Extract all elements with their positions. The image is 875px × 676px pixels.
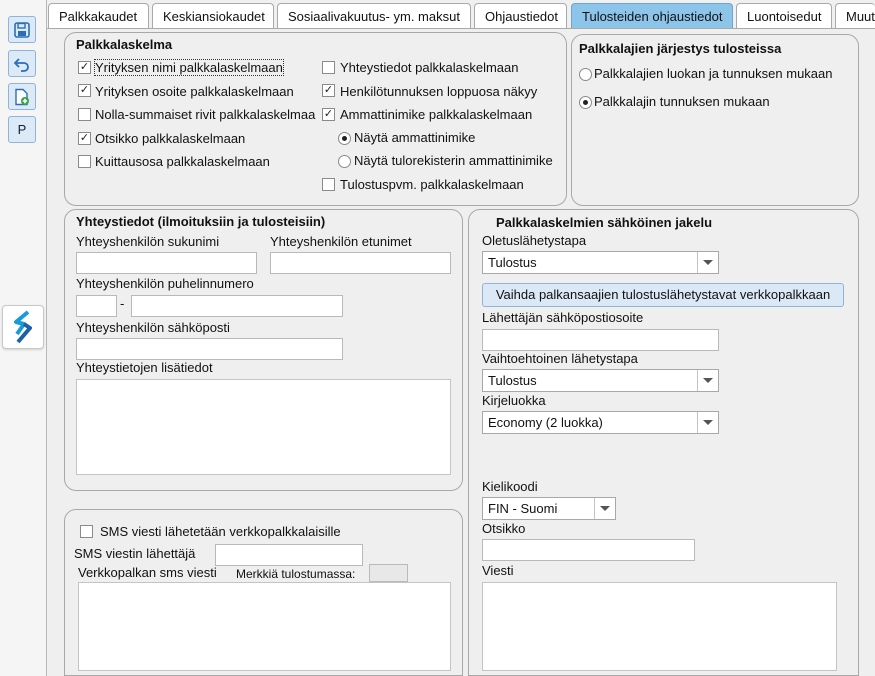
sukunimi-input[interactable]	[76, 252, 257, 274]
radio-nayta-tulorekisterin[interactable]	[338, 155, 351, 168]
label-nolla-summaiset: Nolla-summaiset rivit palkkalaskelmaa	[95, 107, 316, 122]
kirjeluokka-select[interactable]: Economy (2 luokka)	[482, 411, 719, 434]
tab-muut[interactable]: Muut	[835, 3, 875, 29]
etunimet-input[interactable]	[270, 252, 451, 274]
checkbox-yrityksen-osoite[interactable]: ✓	[78, 84, 91, 97]
checkbox-nolla-summaiset[interactable]	[78, 108, 91, 121]
label-kuittausosa: Kuittausosa palkkalaskelmaan	[95, 154, 270, 169]
label-tulostuspvm: Tulostuspvm. palkkalaskelmaan	[340, 177, 524, 192]
tab-label: Ohjaustiedot	[485, 9, 558, 24]
radio-nayta-ammattinimike[interactable]	[338, 132, 351, 145]
sahkoposti-input[interactable]	[76, 338, 343, 360]
tab-label: Palkkakaudet	[59, 9, 138, 24]
jakelu-title: Palkkalaskelmien sähköinen jakelu	[496, 215, 713, 230]
kielikoodi-select[interactable]: FIN - Suomi	[482, 497, 616, 520]
radio-tunnuksen-mukaan[interactable]	[579, 96, 592, 109]
checkbox-yrityksen-nimi[interactable]: ✓	[78, 61, 91, 74]
tab-ohjaustiedot[interactable]: Ohjaustiedot	[474, 3, 567, 29]
palkkalaskelma-title: Palkkalaskelma	[76, 37, 173, 52]
tab-sosiaalivakuutus[interactable]: Sosiaalivakuutus- ym. maksut	[277, 3, 471, 29]
phone-number-input[interactable]	[131, 295, 343, 317]
label-viesti: Viesti	[482, 563, 514, 578]
label-vaihtoehtoinen: Vaihtoehtoinen lähetystapa	[482, 351, 638, 366]
label-sukunimi: Yhteyshenkilön sukunimi	[76, 234, 220, 249]
tab-luontoisedut[interactable]: Luontoisedut	[736, 3, 832, 29]
jarjestys-title: Palkkalajien järjestys tulosteissa	[579, 41, 782, 56]
new-document-icon[interactable]	[8, 83, 36, 110]
kielikoodi-value: FIN - Suomi	[488, 501, 558, 516]
label-lisatiedot: Yhteystietojen lisätiedot	[76, 360, 213, 375]
p-button-label: P	[17, 122, 27, 137]
label-sms: SMS viesti lähetetään verkkopalkkalaisil…	[100, 524, 341, 539]
chevron-down-icon	[697, 370, 718, 391]
sms-viesti-textarea[interactable]	[78, 582, 451, 671]
sms-lahettaja-input[interactable]	[215, 544, 363, 566]
vaihda-verkkopalkkaan-button[interactable]: Vaihda palkansaajien tulostuslähetystava…	[482, 283, 844, 307]
checkbox-henkilotunnus[interactable]: ✓	[322, 84, 335, 97]
jarjestys-panel	[571, 34, 859, 206]
label-nayta-ammattinimike: Näytä ammattinimike	[354, 130, 476, 145]
label-kirjeluokka: Kirjeluokka	[482, 393, 546, 408]
chevron-down-icon	[697, 412, 718, 433]
label-yhteystiedot: Yhteystiedot palkkalaskelmaan	[340, 60, 519, 75]
left-toolbar: P	[0, 0, 47, 676]
checkbox-yhteystiedot[interactable]	[322, 61, 335, 74]
otsikko-input[interactable]	[482, 539, 695, 561]
label-otsikko-jakelu: Otsikko	[482, 521, 526, 536]
checkbox-kuittausosa[interactable]	[78, 155, 91, 168]
tab-label: Luontoisedut	[747, 9, 822, 24]
chevron-down-icon	[594, 498, 615, 519]
vaihtoehtoinen-value: Tulostus	[488, 373, 537, 388]
chevron-down-icon	[697, 252, 718, 273]
kirjeluokka-value: Economy (2 luokka)	[488, 415, 603, 430]
label-sahkoposti: Yhteyshenkilön sähköposti	[76, 320, 230, 335]
app-logo-icon[interactable]	[2, 305, 44, 349]
label-tunnuksen-mukaan: Palkkalajin tunnuksen mukaan	[594, 94, 770, 109]
tab-keskiansiokaudet[interactable]: Keskiansiokaudet	[152, 3, 274, 29]
checkbox-ammattinimike[interactable]: ✓	[322, 108, 335, 121]
yhteystiedot-title: Yhteystiedot (ilmoituksiin ja tulosteisi…	[76, 214, 326, 229]
lisatiedot-textarea[interactable]	[76, 379, 451, 475]
label-luokan-ja-tunnuksen: Palkkalajien luokan ja tunnuksen mukaan	[594, 66, 833, 81]
radio-luokan-ja-tunnuksen[interactable]	[579, 68, 592, 81]
phone-prefix-input[interactable]	[76, 295, 117, 317]
tab-label: Muut	[846, 9, 875, 24]
phone-separator: -	[120, 296, 125, 311]
tab-tulosteiden-ohjaustiedot[interactable]: Tulosteiden ohjaustiedot	[571, 3, 733, 29]
tab-palkkakaudet[interactable]: Palkkakaudet	[48, 3, 149, 29]
lahettajan-sahkoposti-input[interactable]	[482, 329, 719, 351]
label-merkkia: Merkkiä tulostumassa:	[236, 567, 356, 581]
label-kielikoodi: Kielikoodi	[482, 479, 538, 494]
label-yrityksen-nimi: Yrityksen nimi palkkalaskelmaan	[94, 59, 284, 76]
label-sms-lahettaja: SMS viestin lähettäjä	[74, 546, 196, 561]
p-button[interactable]: P	[8, 116, 36, 143]
label-oletuslahetystapa: Oletuslähetystapa	[482, 233, 587, 248]
oletuslahetystapa-select[interactable]: Tulostus	[482, 251, 719, 274]
viesti-textarea[interactable]	[482, 582, 837, 671]
tab-label: Tulosteiden ohjaustiedot	[582, 9, 723, 24]
checkbox-tulostuspvm[interactable]	[322, 178, 335, 191]
vaihtoehtoinen-select[interactable]: Tulostus	[482, 369, 719, 392]
label-henkilotunnus: Henkilötunnuksen loppuosa näkyy	[340, 84, 538, 99]
merkkia-counter	[369, 564, 408, 582]
label-etunimet: Yhteyshenkilön etunimet	[270, 234, 412, 249]
oletuslahetystapa-value: Tulostus	[488, 255, 537, 270]
label-otsikko: Otsikko palkkalaskelmaan	[95, 131, 246, 146]
label-puhelinnumero: Yhteyshenkilön puhelinnumero	[76, 276, 254, 291]
undo-icon[interactable]	[8, 50, 36, 77]
label-ammattinimike: Ammattinimike palkkalaskelmaan	[340, 107, 533, 122]
label-lahettajan-sahkoposti: Lähettäjän sähköpostiosoite	[482, 310, 644, 325]
checkbox-otsikko[interactable]: ✓	[78, 132, 91, 145]
label-yrityksen-osoite: Yrityksen osoite palkkalaskelmaan	[95, 84, 294, 99]
checkbox-sms[interactable]	[80, 525, 93, 538]
tab-label: Keskiansiokaudet	[163, 9, 265, 24]
label-nayta-tulorekisterin: Näytä tulorekisterin ammattinimike	[354, 153, 553, 168]
tab-label: Sosiaalivakuutus- ym. maksut	[288, 9, 460, 24]
save-icon[interactable]	[8, 16, 36, 43]
label-sms-viesti: Verkkopalkan sms viesti	[78, 565, 217, 580]
